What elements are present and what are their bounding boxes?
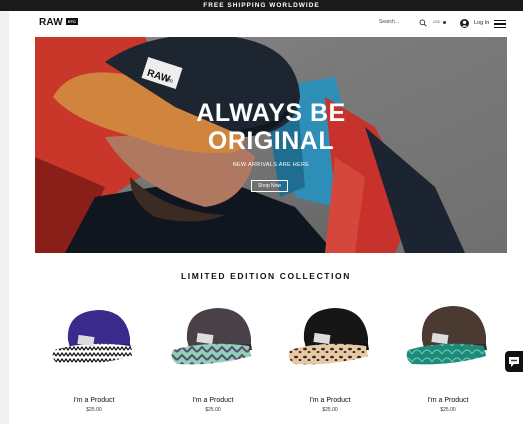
announcement-bar: FREE SHIPPING WORLDWIDE bbox=[0, 0, 523, 11]
product-card[interactable]: I'm a Product $25.00 bbox=[398, 294, 498, 416]
collection-title: LIMITED EDITION COLLECTION bbox=[180, 271, 352, 281]
currency-selector[interactable]: USD bbox=[433, 20, 447, 24]
hero-subtitle: NEW ARRIVALS ARE HERE bbox=[232, 162, 310, 168]
chat-button[interactable] bbox=[505, 351, 523, 372]
product-image[interactable] bbox=[167, 298, 257, 368]
product-price: $25.00 bbox=[205, 407, 221, 413]
currency-dot-icon bbox=[443, 20, 447, 24]
product-name[interactable]: I'm a Product bbox=[280, 397, 380, 404]
product-name[interactable]: I'm a Product bbox=[44, 397, 144, 404]
shop-now-button[interactable]: Shop Now bbox=[251, 180, 288, 192]
site-logo[interactable]: RAW ETC bbox=[39, 17, 78, 28]
product-image[interactable] bbox=[402, 298, 492, 368]
login-label: Log In bbox=[474, 20, 490, 26]
product-price: $25.00 bbox=[86, 407, 102, 413]
search-icon[interactable] bbox=[419, 19, 427, 27]
product-card[interactable]: I'm a Product $25.00 bbox=[280, 294, 380, 416]
product-price: $25.00 bbox=[440, 407, 456, 413]
product-image[interactable] bbox=[48, 298, 138, 368]
hero-banner: RAW ETC ALWAYS BE ORIGINAL NEW ARRIVALS … bbox=[35, 37, 507, 253]
search-placeholder: Search... bbox=[379, 19, 400, 25]
hamburger-menu-icon[interactable] bbox=[494, 20, 506, 29]
page-left-gutter bbox=[0, 11, 9, 424]
hero-title-line2: ORIGINAL bbox=[207, 127, 335, 155]
product-price: $25.00 bbox=[322, 407, 338, 413]
login-button[interactable]: Log In bbox=[460, 17, 489, 29]
chat-icon bbox=[509, 357, 519, 367]
hero-title-line1: ALWAYS BE bbox=[196, 99, 346, 127]
product-image[interactable] bbox=[284, 298, 374, 368]
product-name[interactable]: I'm a Product bbox=[398, 397, 498, 404]
logo-tag: ETC bbox=[65, 18, 78, 25]
product-name[interactable]: I'm a Product bbox=[163, 397, 263, 404]
avatar-icon bbox=[460, 18, 469, 28]
logo-text: RAW bbox=[39, 17, 63, 28]
site-header: RAW ETC Search... USD Log In bbox=[9, 11, 523, 37]
product-card[interactable]: I'm a Product $25.00 bbox=[163, 294, 263, 416]
hero-title: ALWAYS BE ORIGINAL bbox=[35, 99, 507, 155]
product-card[interactable]: I'm a Product $25.00 bbox=[44, 294, 144, 416]
currency-label: USD bbox=[433, 20, 441, 24]
search-input[interactable]: Search... bbox=[379, 17, 435, 29]
